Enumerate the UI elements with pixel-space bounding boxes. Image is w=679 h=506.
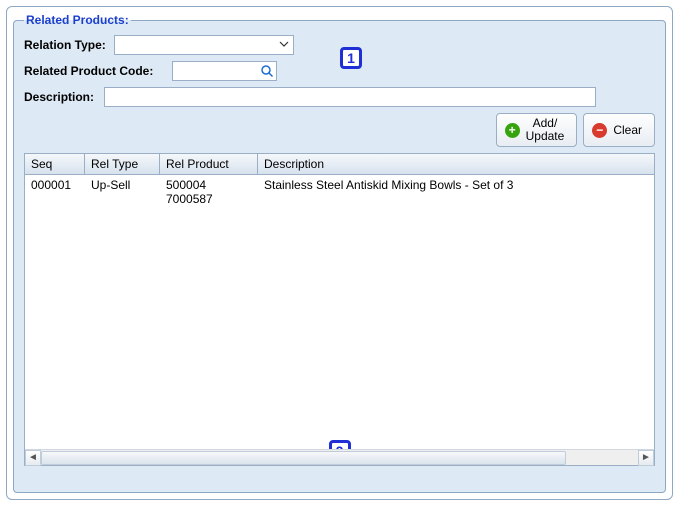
- scroll-thumb[interactable]: [41, 451, 566, 465]
- annotation-callout-2: 2: [329, 440, 351, 449]
- col-header-rel-type[interactable]: Rel Type: [85, 154, 160, 174]
- col-header-description[interactable]: Description: [258, 154, 654, 174]
- button-row: + Add/ Update − Clear: [24, 113, 655, 147]
- clear-label: Clear: [613, 124, 642, 137]
- minus-icon: −: [592, 123, 607, 138]
- col-header-rel-product[interactable]: Rel Product: [160, 154, 258, 174]
- clear-button[interactable]: − Clear: [583, 113, 655, 147]
- scroll-right-icon[interactable]: ►: [638, 450, 654, 466]
- cell-description: Stainless Steel Antiskid Mixing Bowls - …: [258, 176, 654, 208]
- label-description: Description:: [24, 90, 104, 104]
- col-header-seq[interactable]: Seq: [25, 154, 85, 174]
- scroll-left-icon[interactable]: ◄: [25, 450, 41, 466]
- cell-rel-type: Up-Sell: [85, 176, 160, 208]
- table-row[interactable]: 000001 Up-Sell 500004 7000587 Stainless …: [25, 175, 654, 208]
- grid-header-row: Seq Rel Type Rel Product Description: [25, 154, 654, 175]
- panel-container: Related Products: Relation Type: Related…: [6, 6, 673, 500]
- relation-type-select[interactable]: [114, 35, 294, 55]
- related-products-fieldset: Related Products: Relation Type: Related…: [13, 13, 666, 493]
- cell-seq: 000001: [25, 176, 85, 208]
- annotation-callout-1: 1: [340, 47, 362, 69]
- add-update-label: Add/ Update: [526, 117, 565, 143]
- plus-icon: +: [505, 123, 520, 138]
- fieldset-legend: Related Products:: [24, 13, 131, 27]
- grid-body: 000001 Up-Sell 500004 7000587 Stainless …: [25, 175, 654, 449]
- scroll-track[interactable]: [41, 451, 638, 465]
- description-input[interactable]: [104, 87, 596, 107]
- horizontal-scrollbar[interactable]: ◄ ►: [25, 449, 654, 465]
- add-update-button[interactable]: + Add/ Update: [496, 113, 578, 147]
- row-description: Description:: [24, 87, 655, 107]
- relation-type-input[interactable]: [114, 35, 294, 55]
- results-grid: Seq Rel Type Rel Product Description 000…: [24, 153, 655, 466]
- label-relation-type: Relation Type:: [24, 38, 114, 52]
- cell-rel-product: 500004 7000587: [160, 176, 258, 208]
- search-icon[interactable]: [260, 64, 274, 81]
- label-product-code: Related Product Code:: [24, 64, 172, 78]
